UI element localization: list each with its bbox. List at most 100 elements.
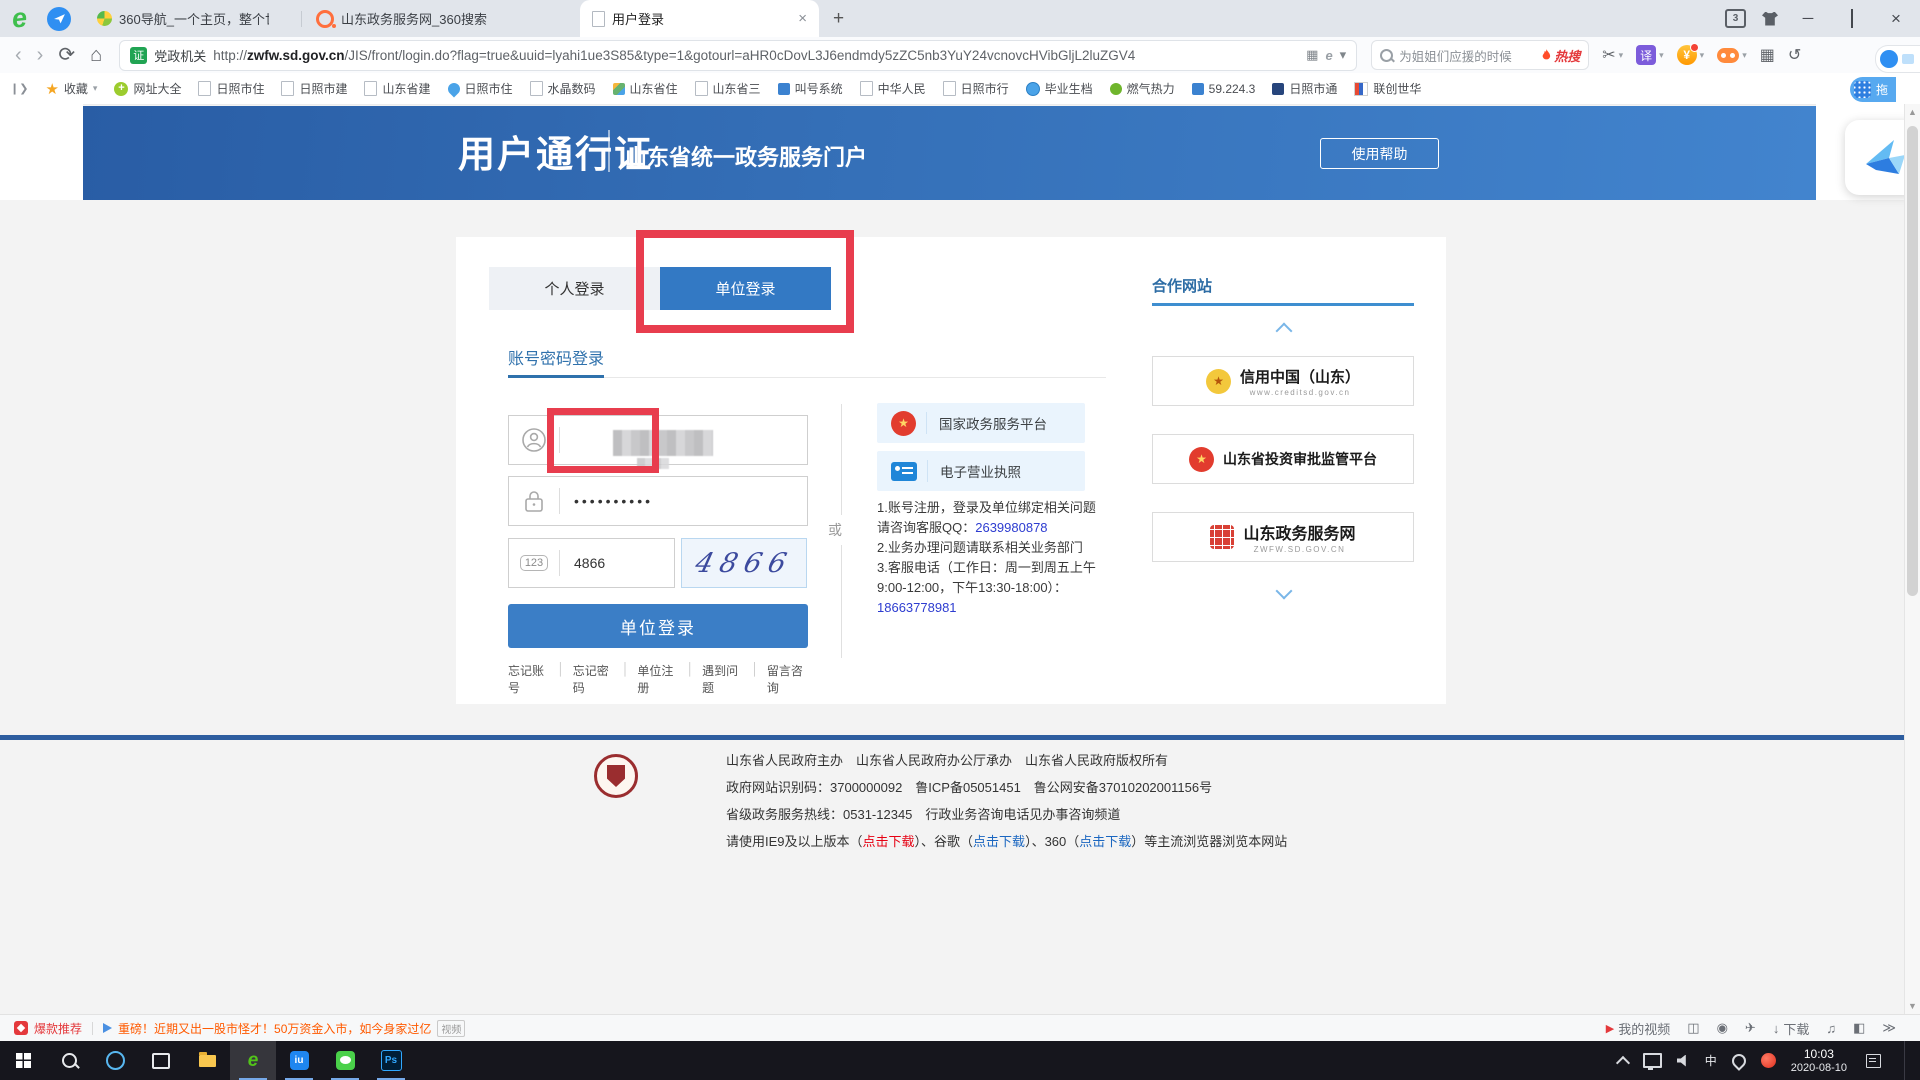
boost-icon[interactable]: ✈	[1745, 1020, 1756, 1036]
captcha-image[interactable]: 4866	[681, 538, 807, 588]
window-minimize-button[interactable]: ─	[1794, 10, 1822, 27]
app-photoshop[interactable]: Ps	[368, 1041, 414, 1080]
bookmark-item[interactable]: 毕业生档	[1026, 80, 1093, 97]
forward-icon[interactable]: ›	[37, 45, 44, 65]
scroll-up-icon[interactable]: ▲	[1905, 107, 1920, 117]
scrollbar-thumb[interactable]	[1907, 126, 1918, 596]
bookmark-item[interactable]: 中华人民	[860, 80, 926, 97]
taskbar-search-button[interactable]	[46, 1041, 92, 1080]
gallery-icon[interactable]: ◫	[1687, 1020, 1699, 1036]
action-center-icon[interactable]	[1866, 1054, 1881, 1068]
side-dock-handle[interactable]: 拖	[1850, 77, 1896, 102]
tab-close-icon[interactable]: ×	[798, 10, 807, 27]
qr-code-icon[interactable]: ▦	[1306, 47, 1318, 63]
back-icon[interactable]: ‹	[15, 45, 22, 65]
chevron-down-icon[interactable]	[1276, 583, 1293, 600]
bookmark-item[interactable]: 日照市行	[943, 80, 1009, 97]
wallet-tool[interactable]: ¥▾	[1677, 45, 1705, 65]
games-tool[interactable]: ▾	[1717, 48, 1747, 63]
security-360-tray-icon[interactable]	[1761, 1053, 1776, 1068]
ie-download-link[interactable]: 点击下载	[863, 834, 915, 849]
partner-credit-china[interactable]: ★ 信用中国（山东） www.creditsd.gov.cn	[1152, 356, 1414, 406]
start-button[interactable]	[0, 1041, 46, 1080]
theme-skin-icon[interactable]	[1762, 12, 1778, 26]
company-login-submit-button[interactable]: 单位登录	[508, 604, 808, 648]
recently-closed-button[interactable]: ↺	[1788, 45, 1801, 65]
help-button[interactable]: 使用帮助	[1320, 138, 1439, 169]
trouble-link[interactable]: 遇到问题	[702, 662, 743, 696]
tab-count-badge[interactable]: 3	[1725, 9, 1746, 28]
bookmark-item[interactable]: 日照市通	[1272, 80, 1337, 97]
forgot-account-link[interactable]: 忘记账号	[508, 662, 549, 696]
app-iu[interactable]: iu	[276, 1041, 322, 1080]
password-field[interactable]: ••••••••••	[508, 476, 808, 526]
collapse-sidebar-icon[interactable]: ❙❯	[10, 82, 28, 95]
file-explorer-button[interactable]	[184, 1041, 230, 1080]
chevron-up-icon[interactable]	[1276, 323, 1293, 340]
window-close-button[interactable]: ×	[1882, 9, 1910, 29]
news-ticker[interactable]: 重磅！近期又出一股市怪才！50万资金入市，如今身家过亿	[118, 1020, 431, 1037]
home-icon[interactable]: ⌂	[90, 45, 102, 65]
bookmark-item[interactable]: 叫号系统	[778, 80, 843, 97]
download-button[interactable]: ↓下载	[1773, 1019, 1810, 1038]
url-dropdown-icon[interactable]: ▾	[1340, 47, 1347, 63]
bookmark-item[interactable]: 日照市建	[281, 80, 347, 97]
bookmark-item[interactable]: 山东省住	[613, 80, 678, 97]
partner-investment-platform[interactable]: ★ 山东省投资审批监管平台	[1152, 434, 1414, 484]
media-icon[interactable]: ♫	[1826, 1021, 1836, 1036]
split-view-icon[interactable]: ◧	[1853, 1020, 1865, 1036]
my-video-button[interactable]: ▶我的视频	[1606, 1019, 1670, 1038]
bookmark-item[interactable]: 山东省建	[364, 80, 430, 97]
refresh-icon[interactable]: ⟳	[58, 45, 75, 65]
username-field[interactable]	[508, 415, 808, 465]
translate-tool[interactable]: 译▾	[1636, 45, 1664, 65]
new-tab-button[interactable]: +	[833, 8, 844, 30]
tab-personal-login[interactable]: 个人登录	[489, 267, 660, 310]
collapse-bar-icon[interactable]: ≫	[1882, 1020, 1896, 1036]
captcha-value[interactable]: 4866	[574, 555, 605, 571]
show-desktop-button[interactable]	[1904, 1041, 1910, 1080]
task-view-button[interactable]	[138, 1041, 184, 1080]
e-business-license-login-button[interactable]: 电子营业执照	[877, 451, 1085, 491]
screenshot-tool[interactable]: ✂▾	[1602, 45, 1623, 65]
scroll-down-icon[interactable]: ▼	[1905, 1001, 1920, 1011]
network-monitor-icon[interactable]	[1643, 1053, 1662, 1068]
tab-company-login[interactable]: 单位登录	[660, 267, 831, 310]
tab-user-login[interactable]: 用户登录 ×	[580, 0, 819, 37]
cortana-button[interactable]	[92, 1041, 138, 1080]
forgot-password-link[interactable]: 忘记密码	[573, 662, 614, 696]
bookmark-item[interactable]: 59.224.3	[1192, 82, 1256, 96]
ime-language-indicator[interactable]: 中	[1705, 1052, 1717, 1069]
tab-360-nav[interactable]: 360导航_一个主页，整个世界	[85, 0, 299, 37]
favorites-menu[interactable]: ★ 收藏 ▾	[45, 80, 97, 98]
app-360-browser[interactable]: e	[230, 1041, 276, 1080]
bookmark-item[interactable]: 水晶数码	[530, 80, 596, 97]
search-box[interactable]: 为姐姐们应援的时候 热搜	[1371, 40, 1589, 70]
bookmark-item[interactable]: 日照市住	[448, 80, 513, 97]
bookmark-item[interactable]: 燃气热力	[1110, 80, 1175, 97]
partner-zwfw-site[interactable]: 山东政务服务网 ZWFW.SD.GOV.CN	[1152, 512, 1414, 562]
browser-360-download-link[interactable]: 点击下载	[1079, 834, 1131, 849]
taskbar-clock[interactable]: 10:03 2020-08-10	[1791, 1047, 1847, 1075]
password-value[interactable]: ••••••••••	[574, 493, 653, 509]
captcha-field[interactable]: 123 4866	[508, 538, 675, 588]
apps-grid-button[interactable]: ▦	[1760, 45, 1775, 65]
phone-number-link[interactable]: 18663778981	[877, 598, 1129, 618]
chrome-download-link[interactable]: 点击下载	[973, 834, 1025, 849]
record-icon[interactable]: ◉	[1717, 1020, 1728, 1036]
page-scrollbar[interactable]: ▲ ▼	[1904, 104, 1920, 1014]
bookmark-item[interactable]: 联创世华	[1354, 80, 1421, 97]
national-platform-login-button[interactable]: ★ 国家政务服务平台	[877, 403, 1085, 443]
browser-mini-logo-icon[interactable]: e	[1325, 48, 1332, 63]
volume-icon[interactable]	[1677, 1055, 1690, 1067]
window-maximize-button[interactable]	[1838, 10, 1866, 27]
hot-search-button[interactable]: 热搜	[1541, 46, 1580, 65]
qq-number-link[interactable]: 2639980878	[975, 520, 1047, 535]
bookmark-item[interactable]: 日照市住	[198, 80, 264, 97]
tray-expand-icon[interactable]	[1616, 1055, 1630, 1069]
side-panel-peek[interactable]	[1875, 45, 1920, 73]
bookmark-item[interactable]: 山东省三	[695, 80, 761, 97]
location-pin-icon[interactable]	[1729, 1051, 1749, 1071]
search-placeholder[interactable]: 为姐姐们应援的时候	[1399, 46, 1535, 65]
paper-plane-medal-icon[interactable]	[47, 7, 71, 31]
